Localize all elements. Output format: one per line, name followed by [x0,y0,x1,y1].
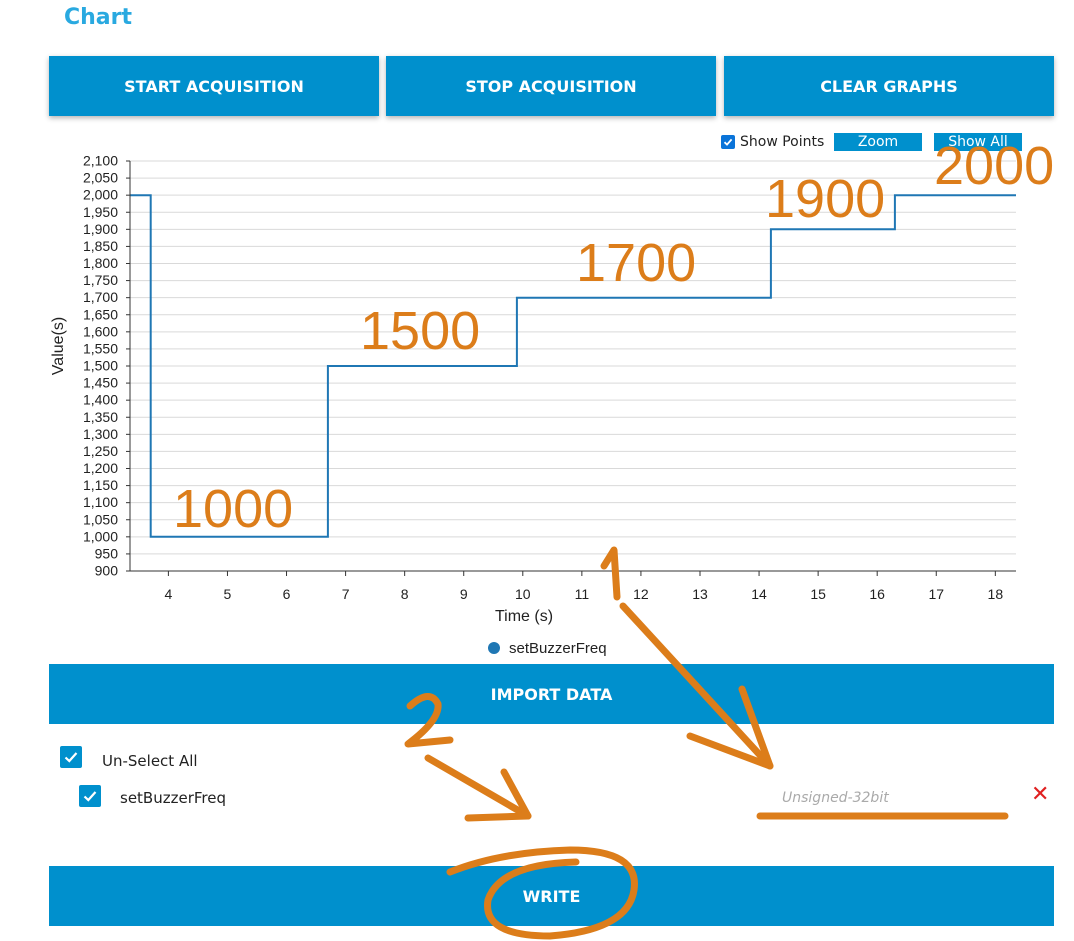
y-tick-label: 1,650 [83,306,118,322]
x-tick-label: 4 [164,586,172,602]
check-icon [64,752,78,763]
x-axis-title: Time (s) [495,608,553,625]
arrow-to-write [424,754,532,822]
legend[interactable]: setBuzzerFreq [488,640,607,657]
y-tick-label: 2,100 [83,153,118,169]
x-tick-label: 16 [869,586,885,602]
x-tick-label: 15 [810,586,826,602]
x-tick-label: 17 [928,586,944,602]
y-tick-label: 950 [95,545,119,561]
unselect-all-label: Un-Select All [102,752,198,770]
series-item-label: setBuzzerFreq [120,789,226,807]
x-tick-label: 5 [224,586,232,602]
y-tick-label: 1,050 [83,511,118,527]
legend-label: setBuzzerFreq [509,640,607,657]
y-tick-label: 1,900 [83,221,118,237]
y-tick-label: 900 [95,563,119,579]
y-tick-label: 1,450 [83,375,118,391]
y-tick-label: 1,250 [83,443,118,459]
data-type-input[interactable] [760,786,1022,810]
y-tick-label: 1,950 [83,204,118,220]
y-tick-label: 1,200 [83,460,118,476]
y-tick-label: 1,750 [83,272,118,288]
y-tick-label: 1,100 [83,494,118,510]
y-tick-label: 1,300 [83,426,118,442]
y-tick-label: 1,850 [83,238,118,254]
y-tick-label: 1,800 [83,255,118,271]
legend-marker [488,642,500,654]
series-checkbox[interactable] [79,785,101,807]
y-tick-label: 1,400 [83,392,118,408]
y-tick-label: 1,600 [83,323,118,339]
y-tick-label: 2,000 [83,187,118,203]
y-tick-label: 1,500 [83,358,118,374]
x-tick-label: 18 [988,586,1004,602]
x-tick-label: 13 [692,586,708,602]
y-tick-label: 1,350 [83,409,118,425]
x-tick-label: 8 [401,586,409,602]
import-data-button[interactable]: IMPORT DATA [49,664,1054,724]
x-tick-label: 6 [283,586,291,602]
y-tick-label: 2,050 [83,170,118,186]
y-tick-label: 1,700 [83,289,118,305]
y-axis-title: Value(s) [50,317,67,375]
x-tick-label: 11 [575,586,590,602]
x-tick-label: 9 [460,586,468,602]
y-tick-label: 1,000 [83,528,118,544]
x-tick-label: 7 [342,586,350,602]
y-tick-label: 1,150 [83,477,118,493]
unselect-all-checkbox[interactable] [60,746,82,768]
x-tick-label: 10 [515,586,531,602]
write-button[interactable]: WRITE [49,866,1054,926]
remove-icon[interactable]: ✕ [1031,783,1049,807]
x-tick-label: 14 [751,586,767,602]
line-chart: 900 9501,0001,0501,1001,1501,2001,2501,30… [50,153,1016,657]
x-tick-label: 12 [633,586,649,602]
y-tick-label: 1,550 [83,340,118,356]
check-icon [83,791,97,802]
